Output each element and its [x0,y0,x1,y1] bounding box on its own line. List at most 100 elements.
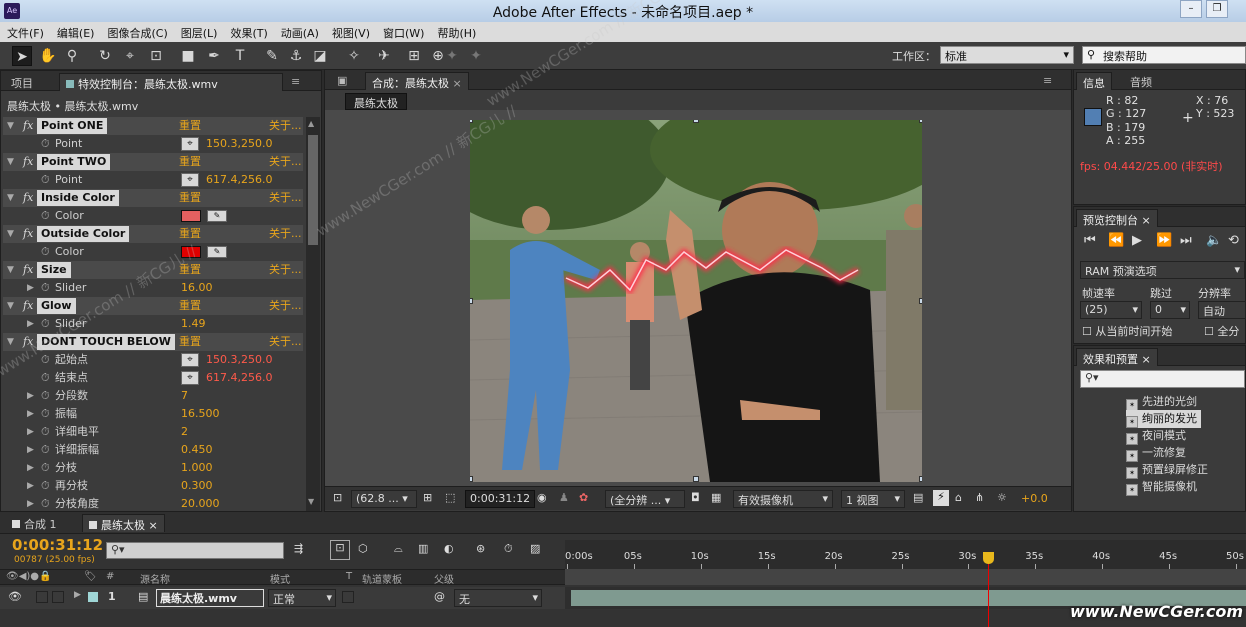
workspace-select[interactable]: 标准 ▾ [940,46,1074,64]
effect-header-row[interactable]: ▼ fx Glow 重置 关于... [3,297,303,315]
stopwatch-icon[interactable]: ⏱ [41,369,50,387]
transform-handle[interactable] [919,476,922,482]
eyedropper-icon[interactable]: ✎ [207,246,227,258]
eraser-tool-icon[interactable]: ◪ [310,46,330,66]
camera-select[interactable]: 有效摄像机 ▾ [733,490,833,508]
graph-editor-icon[interactable]: ▨ [530,542,540,555]
twirl-down-icon[interactable]: ▼ [7,225,14,243]
close-icon[interactable]: × [453,77,462,90]
eyedropper-icon[interactable]: ✎ [207,210,227,222]
scroll-down-icon[interactable]: ▼ [308,497,314,506]
effect-param-row[interactable]: ⏱ 结束点 ⌖ 617.4,256.0 [3,369,303,387]
param-value[interactable]: 1.49 [181,315,206,333]
timeline-search-input[interactable]: ⚲▾ [106,542,284,559]
next-frame-icon[interactable]: ⏩ [1156,233,1172,248]
fx-toggle-icon[interactable]: fx [23,297,33,315]
blend-mode-select[interactable]: 正常 ▾ [268,589,336,607]
tab-info[interactable]: 信息 [1076,72,1112,90]
crosshair-target-icon[interactable]: ⌖ [181,353,199,367]
menu-item[interactable]: 图像合成(C) [100,22,173,41]
preserve-transparency-switch[interactable] [342,591,354,603]
param-value[interactable]: 150.3,250.0 [206,351,272,369]
rectangle-tool-icon[interactable]: ■ [178,46,198,66]
lock-icon[interactable]: ▣ [331,72,353,90]
twirl-right-icon[interactable]: ▶ [27,423,34,441]
work-area-bar[interactable] [565,569,1246,585]
transform-handle[interactable] [470,298,473,304]
hand-tool-icon[interactable]: ✋ [38,46,58,66]
effect-header-row[interactable]: ▼ fx Point TWO 重置 关于... [3,153,303,171]
crosshair-target-icon[interactable]: ⌖ [181,173,199,187]
twirl-down-icon[interactable]: ▼ [7,189,14,207]
stopwatch-icon[interactable]: ⏱ [504,542,513,556]
fx-toggle-icon[interactable]: fx [23,117,33,135]
effects-search-input[interactable]: ⚲▾ [1080,370,1245,388]
comp-nav-button[interactable]: 晨练太极 [345,93,407,110]
about-link[interactable]: 关于... [269,117,302,135]
twirl-down-icon[interactable]: ▼ [7,297,14,315]
effect-param-row[interactable]: ▶ ⏱ 分段数 7 [3,387,303,405]
col-track-matte[interactable]: 轨道蒙板 [362,571,402,586]
maximize-icon[interactable]: ❐ [1206,0,1228,18]
twirl-right-icon[interactable]: ▶ [27,279,34,297]
menu-item[interactable]: 编辑(E) [50,22,101,41]
view-axis-icon[interactable]: ✦ [442,46,462,66]
resolution-select[interactable]: (全分辨 ... ▾ [605,490,685,508]
stopwatch-icon[interactable]: ⏱ [41,405,50,423]
param-value[interactable]: 617.4,256.0 [206,171,272,189]
effect-param-row[interactable]: ▶ ⏱ 振幅 16.500 [3,405,303,423]
roto-brush-tool-icon[interactable]: ✧ [344,46,364,66]
stopwatch-icon[interactable]: ⏱ [41,243,50,261]
first-frame-icon[interactable]: ⏮ [1084,233,1096,248]
reset-link[interactable]: 重置 [179,189,201,207]
effect-param-row[interactable]: ▶ ⏱ 分枝角度 20.000 [3,495,303,511]
col-source-name[interactable]: 源名称 [140,571,170,586]
effect-header-row[interactable]: ▼ fx Inside Color 重置 关于... [3,189,303,207]
effect-param-row[interactable]: ⏱ Point ⌖ 150.3,250.0 [3,135,303,153]
color-swatch[interactable] [181,210,201,222]
pick-whip-icon[interactable]: @ [434,590,445,603]
col-mode[interactable]: 模式 [270,571,290,586]
transform-handle[interactable] [693,476,699,482]
prev-frame-icon[interactable]: ⏪ [1108,233,1124,248]
help-search-input[interactable]: ⚲ 搜索帮助 [1082,46,1246,64]
safe-zones-icon[interactable]: ⊞ [423,491,432,504]
preset-item[interactable]: ✶ 智能摄像机 [1126,478,1197,496]
skip-select[interactable]: 0 ▾ [1150,301,1190,319]
menu-item[interactable]: 文件(F) [0,22,50,41]
col-parent[interactable]: 父级 [434,571,454,586]
twirl-right-icon[interactable]: ▶ [27,387,34,405]
tab-effect-controls[interactable]: 特效控制台：晨练太极.wmv [59,73,283,91]
minimize-icon[interactable]: – [1180,0,1202,18]
transform-handle[interactable] [919,298,922,304]
param-value[interactable]: 150.3,250.0 [206,135,272,153]
brush-tool-icon[interactable]: ✎ [262,46,282,66]
preset-item[interactable]: ✶ 预置绿屏修正 [1126,461,1208,479]
view-layout-select[interactable]: 1 视图 ▾ [841,490,905,508]
stopwatch-icon[interactable]: ⏱ [41,171,50,189]
twirl-right-icon[interactable]: ▶ [27,315,34,333]
menu-item[interactable]: 效果(T) [223,22,273,41]
fx-toggle-icon[interactable]: fx [23,189,33,207]
param-value[interactable]: 16.500 [181,405,220,423]
type-tool-icon[interactable]: T [230,46,250,66]
fx-toggle-icon[interactable]: fx [23,225,33,243]
stopwatch-icon[interactable]: ⏱ [41,459,50,477]
reset-link[interactable]: 重置 [179,117,201,135]
last-frame-icon[interactable]: ⏭ [1180,233,1192,248]
about-link[interactable]: 关于... [269,225,302,243]
preset-item[interactable]: ✶ 一流修复 [1126,444,1186,462]
timeline-timecode[interactable]: 0:00:31:12 [12,536,103,554]
scroll-up-icon[interactable]: ▲ [308,119,314,128]
visibility-eye-icon[interactable]: 👁 [8,590,22,603]
draft-3d-icon[interactable]: ⬡ [358,542,368,555]
stopwatch-icon[interactable]: ⏱ [41,477,50,495]
exposure-value[interactable]: +0.0 [1021,492,1048,505]
viewer-menu-icon[interactable]: ≡ [1037,72,1058,90]
stopwatch-icon[interactable]: ⏱ [41,279,50,297]
param-value[interactable]: 0.450 [181,441,213,459]
exposure-icon[interactable]: ☼ [997,491,1007,504]
show-snapshot-icon[interactable]: ♟ [559,491,569,504]
camera-tool-icon[interactable]: ⌖ [120,46,140,66]
effect-param-row[interactable]: ▶ ⏱ 详细电平 2 [3,423,303,441]
